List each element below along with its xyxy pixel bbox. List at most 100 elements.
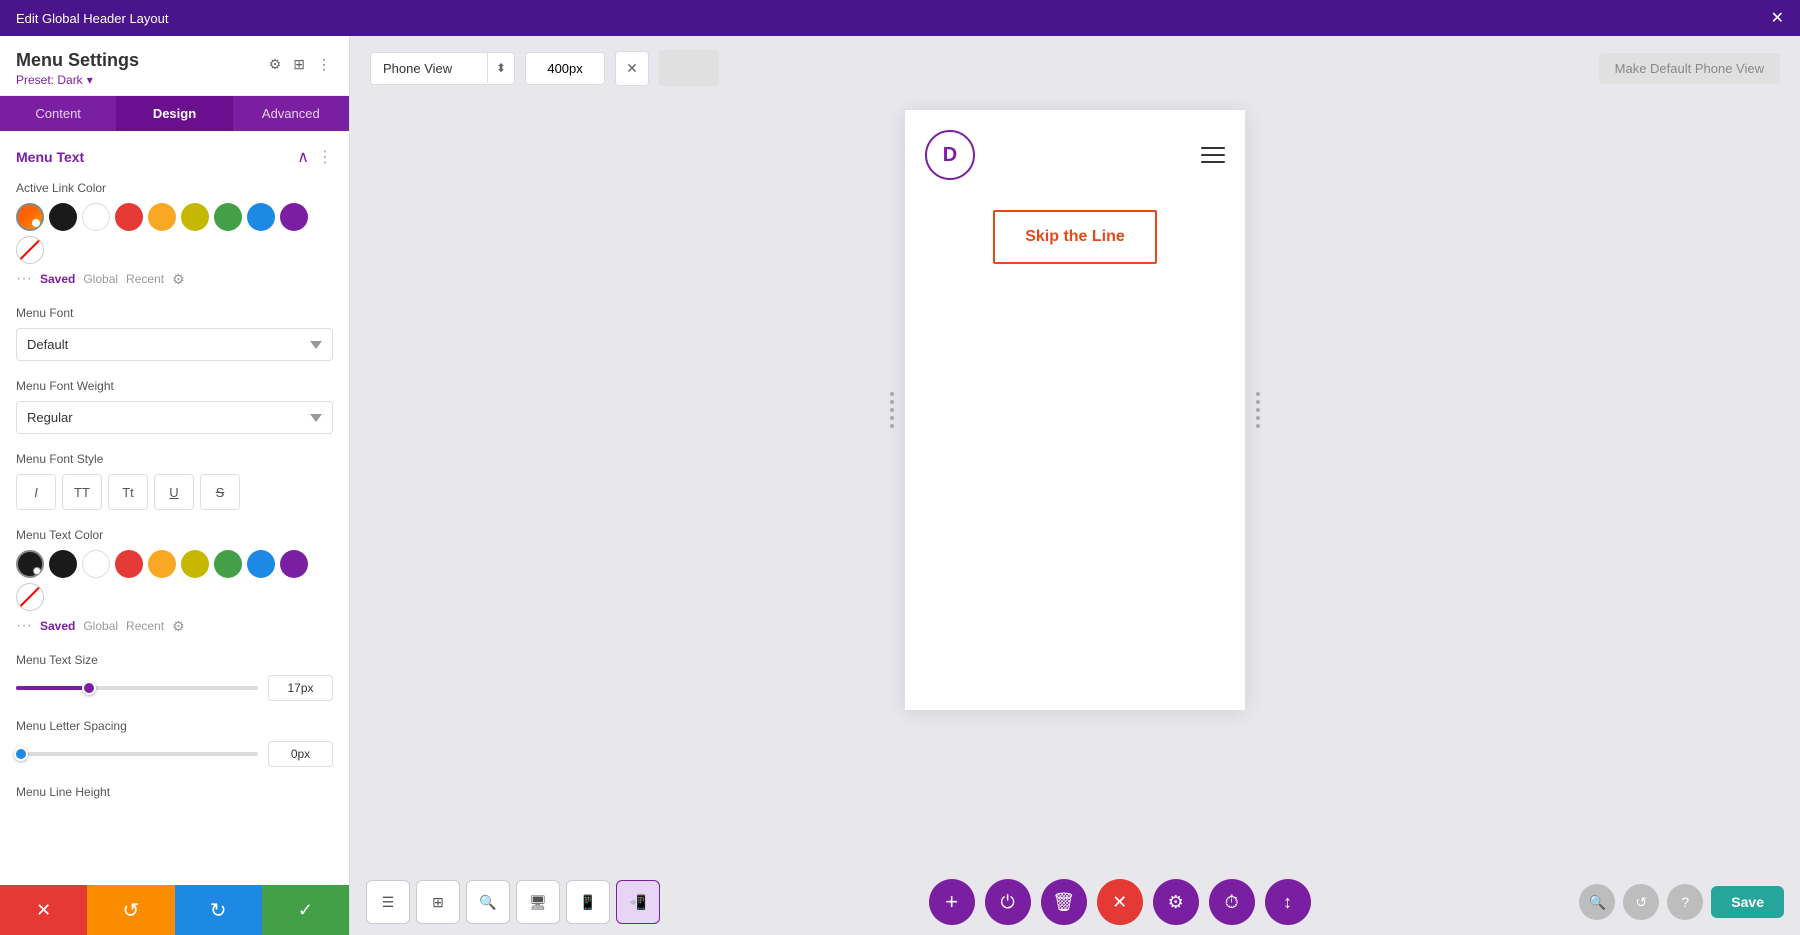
bottom-toolbar: ☰ ⊞ 🔍 🖥 📱 📲 + ⏻ 🗑 ✕ ⚙ ⏱ ↕ 🔍 ↺ ? Save bbox=[350, 869, 1800, 935]
text-color-settings-icon[interactable]: ⚙ bbox=[172, 618, 185, 635]
close-circle-btn[interactable]: ✕ bbox=[1097, 879, 1143, 925]
text-color-global-link[interactable]: Global bbox=[83, 619, 118, 633]
make-default-btn[interactable]: Make Default Phone View bbox=[1599, 53, 1780, 84]
menu-font-weight-group: Menu Font Weight Regular Bold Light bbox=[16, 379, 333, 434]
help-right-btn[interactable]: ? bbox=[1667, 884, 1703, 920]
color-swatch-red[interactable] bbox=[115, 203, 143, 231]
settings-circle-btn[interactable]: ⚙ bbox=[1153, 879, 1199, 925]
undo-footer-btn[interactable]: ↺ bbox=[87, 885, 174, 935]
color-swatch-none[interactable] bbox=[16, 236, 44, 264]
search-right-btn[interactable]: 🔍 bbox=[1579, 884, 1615, 920]
resize-handle-left[interactable] bbox=[890, 392, 894, 428]
view-select[interactable]: Phone View Desktop View Tablet View bbox=[371, 53, 487, 84]
menu-line-height-label: Menu Line Height bbox=[16, 785, 333, 799]
section-collapse-btn[interactable]: ∧ bbox=[297, 147, 309, 167]
menu-tool-btn[interactable]: ☰ bbox=[366, 880, 410, 924]
active-link-color-selected-swatch[interactable] bbox=[16, 203, 44, 231]
active-link-color-saved-row: ··· Saved Global Recent ⚙ bbox=[16, 270, 333, 288]
text-color-swatch-white[interactable] bbox=[82, 550, 110, 578]
phone-tool-btn[interactable]: 📲 bbox=[616, 880, 660, 924]
width-px-input[interactable] bbox=[525, 52, 605, 85]
color-swatch-purple[interactable] bbox=[280, 203, 308, 231]
tablet-tool-btn[interactable]: 📱 bbox=[566, 880, 610, 924]
recent-link[interactable]: Recent bbox=[126, 272, 164, 286]
title-bar-label: Edit Global Header Layout bbox=[16, 11, 168, 26]
tab-advanced[interactable]: Advanced bbox=[233, 96, 349, 131]
desktop-tool-btn[interactable]: 🖥 bbox=[516, 880, 560, 924]
text-color-swatch-black[interactable] bbox=[49, 550, 77, 578]
active-link-color-swatches bbox=[16, 203, 333, 264]
menu-line-height-group: Menu Line Height bbox=[16, 785, 333, 799]
menu-text-size-input[interactable] bbox=[268, 675, 333, 701]
strikethrough-btn[interactable]: S bbox=[200, 474, 240, 510]
saved-link[interactable]: Saved bbox=[40, 272, 75, 286]
menu-text-size-thumb[interactable] bbox=[82, 681, 96, 695]
text-color-swatch-green[interactable] bbox=[214, 550, 242, 578]
menu-text-size-track bbox=[16, 686, 258, 690]
text-color-swatch-red[interactable] bbox=[115, 550, 143, 578]
color-swatch-green[interactable] bbox=[214, 203, 242, 231]
text-color-saved-link[interactable]: Saved bbox=[40, 619, 75, 633]
color-swatch-yellow[interactable] bbox=[181, 203, 209, 231]
preview-logo-letter: D bbox=[943, 144, 957, 167]
menu-font-weight-select[interactable]: Regular Bold Light bbox=[16, 401, 333, 434]
cancel-footer-btn[interactable]: ✕ bbox=[0, 885, 87, 935]
menu-letter-spacing-thumb[interactable] bbox=[14, 747, 28, 761]
text-color-swatch-amber[interactable] bbox=[148, 550, 176, 578]
color-settings-icon[interactable]: ⚙ bbox=[172, 271, 185, 288]
add-circle-btn[interactable]: + bbox=[929, 879, 975, 925]
power-circle-btn[interactable]: ⏻ bbox=[985, 879, 1031, 925]
delete-circle-btn[interactable]: 🗑 bbox=[1041, 879, 1087, 925]
menu-font-style-label: Menu Font Style bbox=[16, 452, 333, 466]
save-btn[interactable]: Save bbox=[1711, 886, 1784, 918]
tab-content[interactable]: Content bbox=[0, 96, 116, 131]
font-style-buttons: I TT Tt U S bbox=[16, 474, 333, 510]
section-controls: ∧ ⋮ bbox=[297, 147, 333, 167]
settings-icon-btn[interactable]: ⚙ bbox=[267, 54, 284, 75]
text-color-recent-link[interactable]: Recent bbox=[126, 619, 164, 633]
preview-skip-line-button[interactable]: Skip the Line bbox=[993, 210, 1157, 264]
tabs-row: Content Design Advanced bbox=[0, 96, 349, 131]
capitalize-btn[interactable]: Tt bbox=[108, 474, 148, 510]
underline-btn[interactable]: U bbox=[154, 474, 194, 510]
panel-title: Menu Settings bbox=[16, 50, 139, 71]
sort-circle-btn[interactable]: ↕ bbox=[1265, 879, 1311, 925]
menu-font-style-group: Menu Font Style I TT Tt U S bbox=[16, 452, 333, 510]
resize-handle-right[interactable] bbox=[1256, 392, 1260, 428]
color-swatch-black[interactable] bbox=[49, 203, 77, 231]
redo-footer-btn[interactable]: ↻ bbox=[175, 885, 262, 935]
title-bar: Edit Global Header Layout ✕ bbox=[0, 0, 1800, 36]
menu-font-group: Menu Font Default Arial Georgia bbox=[16, 306, 333, 361]
section-more-btn[interactable]: ⋮ bbox=[317, 147, 333, 167]
color-swatch-blue[interactable] bbox=[247, 203, 275, 231]
text-color-more-dots[interactable]: ··· bbox=[16, 617, 32, 635]
preview-hamburger[interactable] bbox=[1201, 147, 1225, 163]
italic-btn[interactable]: I bbox=[16, 474, 56, 510]
close-px-btn[interactable]: ✕ bbox=[615, 51, 649, 86]
title-bar-close-button[interactable]: ✕ bbox=[1771, 8, 1784, 28]
confirm-footer-btn[interactable]: ✓ bbox=[262, 885, 349, 935]
more-icon-btn[interactable]: ⋮ bbox=[315, 54, 333, 75]
tab-design[interactable]: Design bbox=[116, 96, 232, 131]
refresh-right-btn[interactable]: ↺ bbox=[1623, 884, 1659, 920]
menu-text-size-slider-row bbox=[16, 675, 333, 701]
text-color-swatch-yellow[interactable] bbox=[181, 550, 209, 578]
uppercase-btn[interactable]: TT bbox=[62, 474, 102, 510]
menu-text-color-selected[interactable] bbox=[16, 550, 44, 578]
global-link[interactable]: Global bbox=[83, 272, 118, 286]
more-dots[interactable]: ··· bbox=[16, 270, 32, 288]
color-swatch-white[interactable] bbox=[82, 203, 110, 231]
menu-font-select[interactable]: Default Arial Georgia bbox=[16, 328, 333, 361]
layout-icon-btn[interactable]: ⊞ bbox=[291, 54, 307, 75]
text-color-swatch-none[interactable] bbox=[16, 583, 44, 611]
menu-letter-spacing-label: Menu Letter Spacing bbox=[16, 719, 333, 733]
preview-container: D Skip the Line bbox=[905, 110, 1245, 710]
text-color-swatch-purple[interactable] bbox=[280, 550, 308, 578]
search-tool-btn[interactable]: 🔍 bbox=[466, 880, 510, 924]
menu-letter-spacing-input[interactable] bbox=[268, 741, 333, 767]
timer-circle-btn[interactable]: ⏱ bbox=[1209, 879, 1255, 925]
hamburger-line-1 bbox=[1201, 147, 1225, 149]
text-color-swatch-blue[interactable] bbox=[247, 550, 275, 578]
grid-tool-btn[interactable]: ⊞ bbox=[416, 880, 460, 924]
color-swatch-amber[interactable] bbox=[148, 203, 176, 231]
